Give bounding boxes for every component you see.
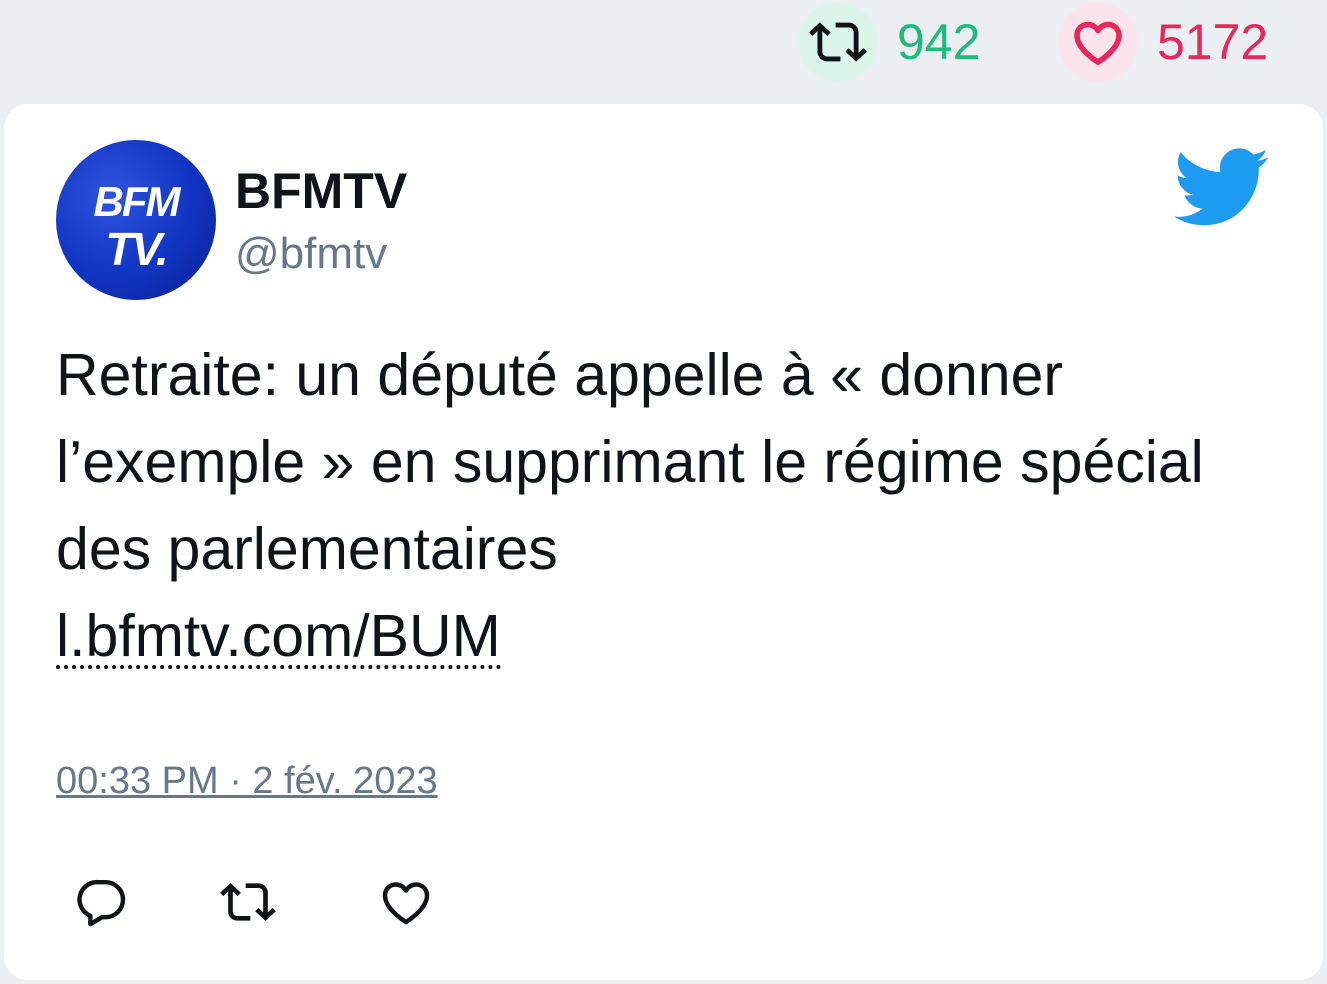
tweet-link[interactable]: l.bfmtv.com/BUM [56, 607, 501, 669]
retweet-icon [809, 22, 867, 62]
retweet-count: 942 [897, 14, 981, 70]
twitter-bird-icon[interactable] [1174, 148, 1270, 228]
like-count: 5172 [1157, 14, 1269, 70]
tweet-text: Retraite: un député appelle à « donner l… [56, 342, 1204, 582]
retweet-stat-icon-bubble [798, 2, 878, 82]
avatar[interactable]: BFM TV. [56, 140, 216, 300]
like-stat[interactable]: 5172 [1058, 2, 1268, 82]
author-name[interactable]: BFMTV [235, 166, 407, 216]
retweet-icon[interactable] [220, 874, 276, 930]
heart-icon[interactable] [378, 874, 434, 930]
avatar-logo-line-1: BFM [93, 178, 181, 225]
reply-icon[interactable] [74, 874, 130, 930]
engagement-stats: 942 5172 [0, 0, 1327, 90]
like-stat-icon-bubble [1058, 2, 1138, 82]
retweet-stat[interactable]: 942 [798, 2, 980, 82]
tweet-body: Retraite: un député appelle à « donner l… [56, 332, 1276, 680]
tweet-actions [4, 874, 1323, 934]
heart-icon [1074, 21, 1122, 65]
tweet-card[interactable]: BFM TV. BFMTV @bfmtv Retraite: un député… [4, 104, 1323, 980]
author-handle[interactable]: @bfmtv [235, 232, 387, 276]
tweet-timestamp[interactable]: 00:33 PM · 2 fév. 2023 [56, 760, 438, 803]
avatar-logo-line-2: TV. [105, 223, 168, 275]
